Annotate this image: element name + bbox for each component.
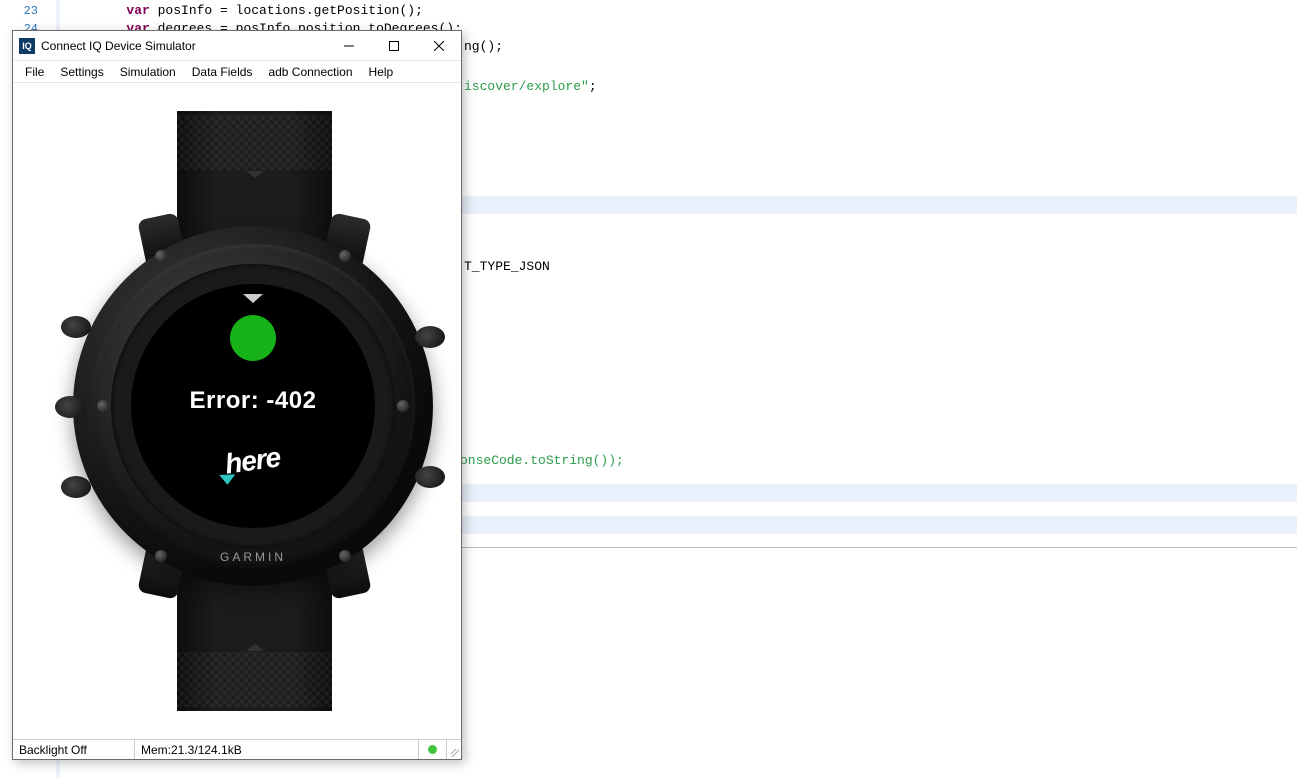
status-dot-icon [428, 745, 437, 754]
menu-help[interactable]: Help [361, 63, 402, 81]
bezel-screw [155, 250, 167, 262]
status-memory: Mem:21.3/124.1kB [135, 740, 419, 759]
menu-simulation[interactable]: Simulation [112, 63, 184, 81]
watch-screen[interactable]: Error: -402 here [131, 284, 375, 528]
bezel-screw [97, 400, 109, 412]
menubar: File Settings Simulation Data Fields adb… [13, 61, 461, 83]
minimize-button[interactable] [326, 31, 371, 60]
line-number: 23 [0, 2, 56, 20]
window-title: Connect IQ Device Simulator [41, 39, 326, 53]
watch-button-bottom-left[interactable] [61, 476, 91, 498]
menu-adb-connection[interactable]: adb Connection [260, 63, 360, 81]
code-fragment: onseCode.toString()); [460, 452, 624, 470]
strap-texture [177, 652, 332, 707]
watch-button-mid-left[interactable] [55, 396, 85, 418]
error-label: Error: -402 [190, 387, 317, 415]
menu-file[interactable]: File [17, 63, 52, 81]
app-icon: IQ [19, 38, 35, 54]
triangle-marker-icon [243, 294, 263, 303]
menu-settings[interactable]: Settings [52, 63, 111, 81]
here-logo: here [223, 441, 282, 480]
strap-arrow-icon [246, 644, 264, 651]
code-fragment: ng(); [464, 38, 503, 56]
watch-device: Error: -402 here GARMIN [37, 111, 437, 711]
garmin-brand-label: GARMIN [73, 550, 433, 564]
menu-data-fields[interactable]: Data Fields [184, 63, 261, 81]
resize-grip[interactable] [447, 740, 461, 759]
simulator-window: IQ Connect IQ Device Simulator File Sett… [12, 30, 462, 760]
code-line: var posInfo = locations.getPosition(); [64, 2, 1307, 20]
titlebar[interactable]: IQ Connect IQ Device Simulator [13, 31, 461, 61]
watch-button-bottom-right[interactable] [415, 466, 445, 488]
code-fragment: iscover/explore"; [464, 78, 597, 96]
bezel-screw [339, 250, 351, 262]
code-fragment: T_TYPE_JSON [464, 258, 550, 276]
simulator-canvas[interactable]: Error: -402 here GARMIN [13, 83, 461, 739]
watch-case: Error: -402 here GARMIN [73, 226, 433, 586]
status-indicator [419, 740, 447, 759]
strap-texture [177, 115, 332, 170]
maximize-button[interactable] [371, 31, 416, 60]
watch-button-top-left[interactable] [61, 316, 91, 338]
gps-indicator-icon [230, 315, 276, 361]
window-controls [326, 31, 461, 60]
watch-button-top-right[interactable] [415, 326, 445, 348]
strap-arrow-icon [246, 171, 264, 178]
status-backlight: Backlight Off [13, 740, 135, 759]
bezel-screw [397, 400, 409, 412]
statusbar: Backlight Off Mem:21.3/124.1kB [13, 739, 461, 759]
close-button[interactable] [416, 31, 461, 60]
here-arrow-icon [220, 474, 236, 485]
